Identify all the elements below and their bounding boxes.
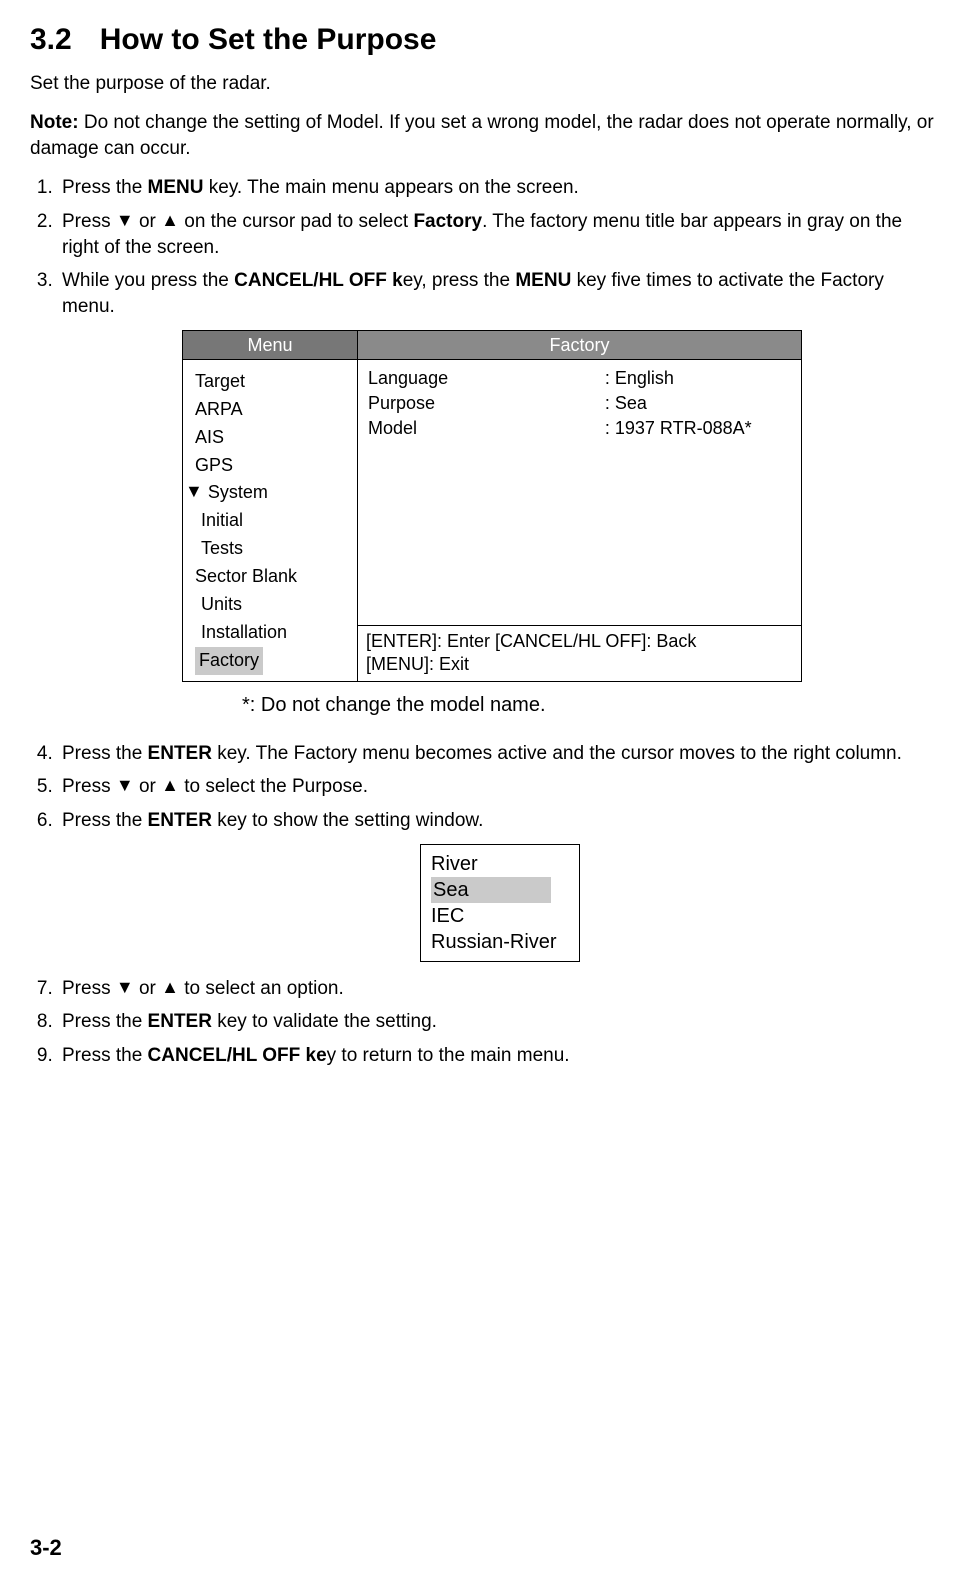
step3-t1: While you press the xyxy=(62,270,234,291)
menu-setting-values: : English : Sea : 1937 RTR-088A* xyxy=(605,366,791,619)
setting-val-model: : 1937 RTR-088A* xyxy=(605,416,791,441)
step-3: While you press the CANCEL/HL OFF key, p… xyxy=(58,268,938,718)
steps-list: Press the MENU key. The main menu appear… xyxy=(30,175,938,1068)
menu-item-arpa: ARPA xyxy=(195,396,351,424)
section-heading: 3.2 How to Set the Purpose xyxy=(30,20,938,61)
step2-bold: Factory xyxy=(413,211,482,232)
step5-t1: Press xyxy=(62,776,116,797)
setting-val-language: : English xyxy=(605,366,791,391)
step1-post: key. The main menu appears on the screen… xyxy=(204,177,579,198)
setting-key-language: Language xyxy=(368,366,605,391)
menu-setting-keys: Language Purpose Model xyxy=(368,366,605,619)
step6-b1: ENTER xyxy=(148,810,212,831)
up-triangle-icon: ▲ xyxy=(161,975,179,999)
menu-item-tests: Tests xyxy=(195,535,351,563)
footer-line2: [MENU]: Exit xyxy=(366,653,793,676)
popup-option-iec: IEC xyxy=(431,903,567,929)
step7-t3: to select an option. xyxy=(179,978,344,999)
step4-t2: key. The Factory menu becomes active and… xyxy=(212,743,902,764)
step2-t2: or xyxy=(134,211,161,232)
down-triangle-icon: ▼ xyxy=(116,208,134,232)
selected-option: Sea xyxy=(431,877,551,903)
step1-key: MENU xyxy=(148,177,204,198)
menu-right-header: Factory xyxy=(358,331,801,360)
menu-item-initial: Initial xyxy=(195,507,351,535)
section-title: How to Set the Purpose xyxy=(100,23,437,56)
up-triangle-icon: ▲ xyxy=(161,208,179,232)
note-text: Do not change the setting of Model. If y… xyxy=(30,112,934,159)
down-triangle-icon: ▼ xyxy=(185,478,203,506)
menu-box: Menu Target ARPA AIS GPS ▼ System Initia… xyxy=(182,330,802,682)
up-triangle-icon: ▲ xyxy=(161,773,179,797)
step-9: Press the CANCEL/HL OFF key to return to… xyxy=(58,1043,938,1069)
factory-highlight: Factory xyxy=(195,647,263,675)
popup-figure: River Sea IEC Russian-River xyxy=(62,844,938,962)
step9-b1: CANCEL/HL OFF ke xyxy=(148,1045,327,1066)
menu-item-gps: GPS xyxy=(195,452,351,480)
step-2: Press ▼ or ▲ on the cursor pad to select… xyxy=(58,209,938,260)
setting-key-model: Model xyxy=(368,416,605,441)
step7-t2: or xyxy=(134,978,161,999)
menu-item-sector-blank: Sector Blank xyxy=(195,563,351,591)
page-number: 3-2 xyxy=(30,1533,62,1563)
menu-left-items: Target ARPA AIS GPS ▼ System Initial Tes… xyxy=(183,360,357,681)
menu-left-header: Menu xyxy=(183,331,357,360)
step3-b1: CANCEL/HL OFF k xyxy=(234,270,403,291)
menu-figure: Menu Target ARPA AIS GPS ▼ System Initia… xyxy=(182,330,938,682)
system-label: System xyxy=(208,482,268,502)
step-5: Press ▼ or ▲ to select the Purpose. xyxy=(58,774,938,800)
menu-left-column: Menu Target ARPA AIS GPS ▼ System Initia… xyxy=(183,331,358,681)
menu-item-units: Units xyxy=(195,591,351,619)
step6-t2: key to show the setting window. xyxy=(212,810,483,831)
step-6: Press the ENTER key to show the setting … xyxy=(58,808,938,962)
menu-item-system: ▼ System xyxy=(185,479,351,507)
popup-option-sea: Sea xyxy=(431,877,567,903)
note-paragraph: Note: Do not change the setting of Model… xyxy=(30,110,938,161)
model-footnote: *: Do not change the model name. xyxy=(242,692,938,719)
step3-t2: ey, press the xyxy=(403,270,516,291)
step3-b2: MENU xyxy=(515,270,571,291)
step5-t2: or xyxy=(134,776,161,797)
purpose-popup: River Sea IEC Russian-River xyxy=(420,844,580,962)
popup-option-russian-river: Russian-River xyxy=(431,929,567,955)
step2-t1: Press xyxy=(62,211,116,232)
step2-t3: on the cursor pad to select xyxy=(179,211,413,232)
section-number: 3.2 xyxy=(30,20,72,61)
step8-b1: ENTER xyxy=(148,1011,212,1032)
step7-t1: Press xyxy=(62,978,116,999)
step5-t3: to select the Purpose. xyxy=(179,776,368,797)
down-triangle-icon: ▼ xyxy=(116,773,134,797)
step-8: Press the ENTER key to validate the sett… xyxy=(58,1009,938,1035)
menu-item-ais: AIS xyxy=(195,424,351,452)
step9-t2: y to return to the main menu. xyxy=(327,1045,570,1066)
step-1: Press the MENU key. The main menu appear… xyxy=(58,175,938,201)
popup-option-river: River xyxy=(431,851,567,877)
step-7: Press ▼ or ▲ to select an option. xyxy=(58,976,938,1002)
menu-right-body: Language Purpose Model : English : Sea :… xyxy=(358,360,801,626)
step4-b1: ENTER xyxy=(148,743,212,764)
step4-t1: Press the xyxy=(62,743,148,764)
setting-val-purpose: : Sea xyxy=(605,391,791,416)
menu-item-installation: Installation xyxy=(195,619,351,647)
menu-item-factory: Factory xyxy=(195,647,351,675)
menu-right-column: Factory Language Purpose Model : English… xyxy=(358,331,801,681)
note-label: Note: xyxy=(30,112,79,133)
menu-item-target: Target xyxy=(195,368,351,396)
menu-footer: [ENTER]: Enter [CANCEL/HL OFF]: Back [ME… xyxy=(358,626,801,681)
step9-t1: Press the xyxy=(62,1045,148,1066)
footer-line1: [ENTER]: Enter [CANCEL/HL OFF]: Back xyxy=(366,630,793,653)
step1-pre: Press the xyxy=(62,177,148,198)
step6-t1: Press the xyxy=(62,810,148,831)
setting-key-purpose: Purpose xyxy=(368,391,605,416)
intro-text: Set the purpose of the radar. xyxy=(30,71,938,97)
step8-t1: Press the xyxy=(62,1011,148,1032)
step8-t2: key to validate the setting. xyxy=(212,1011,437,1032)
step-4: Press the ENTER key. The Factory menu be… xyxy=(58,741,938,767)
down-triangle-icon: ▼ xyxy=(116,975,134,999)
